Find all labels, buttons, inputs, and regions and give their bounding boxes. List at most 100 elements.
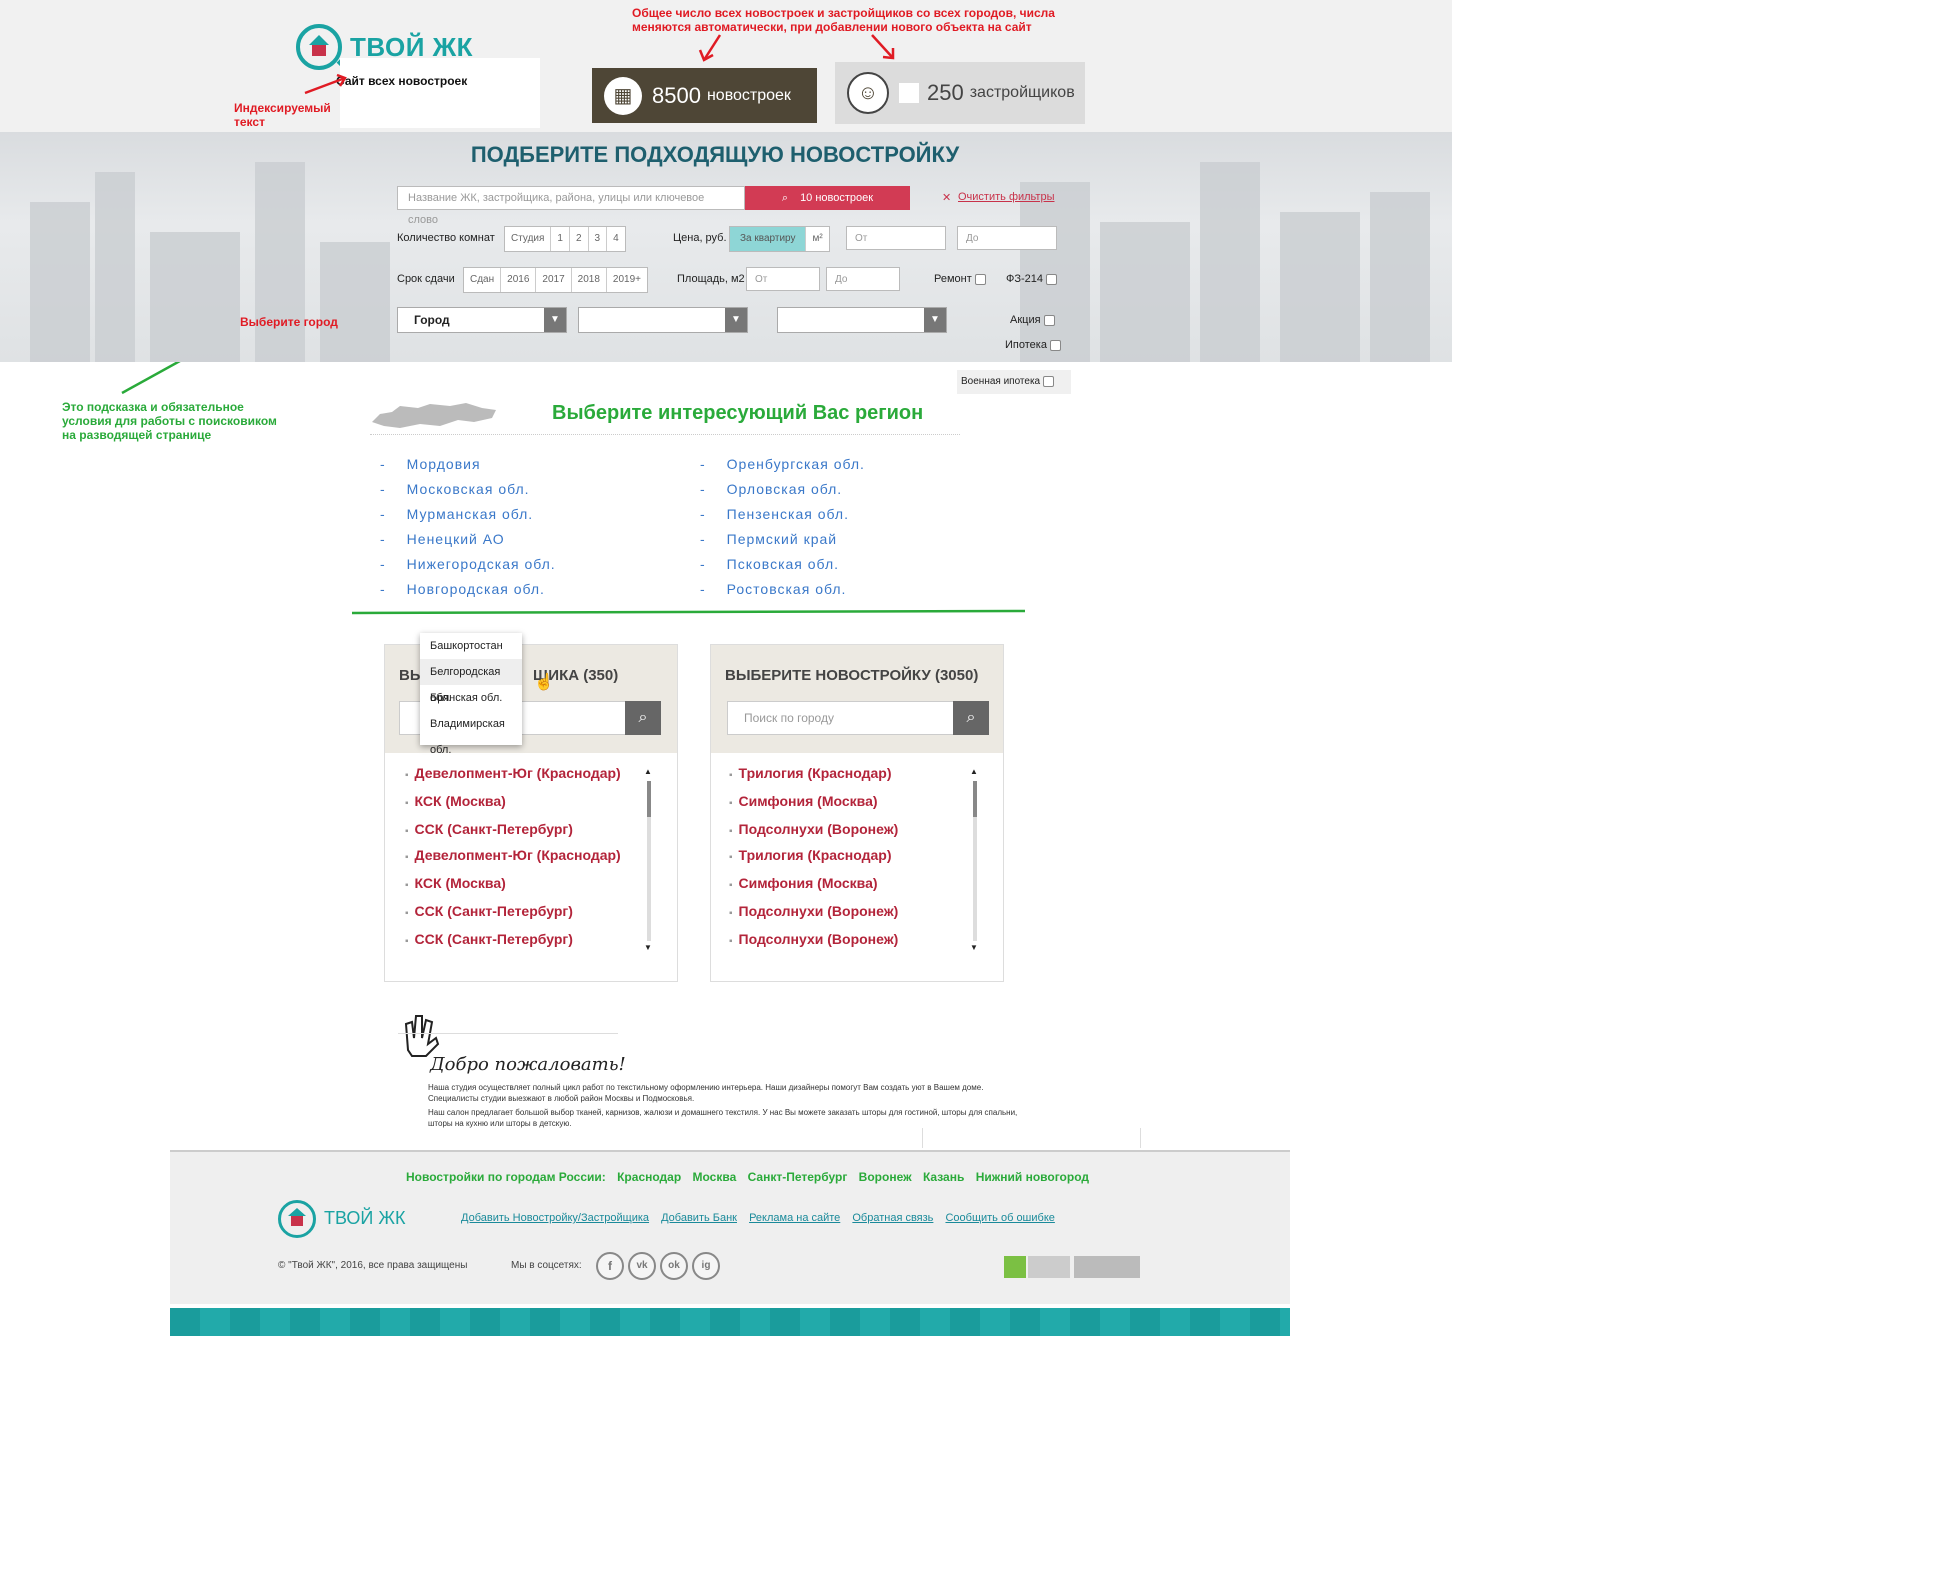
building-search-input[interactable]: Поиск по городу <box>727 701 957 735</box>
footer-link[interactable]: Добавить Банк <box>661 1212 737 1224</box>
stat-buildings[interactable]: ▦ 8500 новостроек <box>592 68 817 123</box>
price-mode-selector[interactable]: За квартиру м² <box>729 226 830 252</box>
military-mortgage-checkbox[interactable]: Военная ипотека <box>957 370 1071 394</box>
developer-scrollbar[interactable] <box>647 781 651 941</box>
odnoklassniki-icon[interactable]: ok <box>660 1252 688 1280</box>
stat-developers[interactable]: ☺ 250 застройщиков <box>835 62 1085 124</box>
footer-link[interactable]: Добавить Новостройку/Застройщика <box>461 1212 649 1224</box>
price-per-flat[interactable]: За квартиру <box>730 227 807 251</box>
deadline-2018[interactable]: 2018 <box>572 268 607 292</box>
region-link[interactable]: - Нижегородская обл. <box>380 552 556 577</box>
counter-badge[interactable] <box>1028 1256 1070 1278</box>
area-to-input[interactable]: До <box>826 267 900 291</box>
mortgage-checkbox[interactable]: Ипотека <box>1005 339 1061 351</box>
search-button[interactable]: ⌕ 10 новостроек <box>745 186 910 210</box>
rooms-4[interactable]: 4 <box>607 227 625 251</box>
counter-badge[interactable] <box>1074 1256 1140 1278</box>
region-link[interactable]: - Псковская обл. <box>700 552 865 577</box>
developer-item[interactable]: Девелопмент-Юг (Краснодар) <box>405 765 621 781</box>
building-item[interactable]: Подсолнухи (Воронеж) <box>729 903 899 919</box>
deadline-2016[interactable]: 2016 <box>501 268 537 292</box>
search-icon: ⌕ <box>781 191 789 204</box>
region-link[interactable]: - Мурманская обл. <box>380 502 556 527</box>
region-link[interactable]: - Ненецкий АО <box>380 527 556 552</box>
rooms-selector[interactable]: Студия 1 2 3 4 <box>504 226 626 252</box>
dropdown-option[interactable]: Брянская обл. <box>420 685 522 711</box>
footer-city-link[interactable]: Краснодар <box>617 1170 681 1184</box>
footer-link[interactable]: Обратная связь <box>852 1212 933 1224</box>
search-input[interactable]: Название ЖК, застройщика, района, улицы … <box>397 186 745 226</box>
footer-link[interactable]: Сообщить об ошибке <box>945 1212 1054 1224</box>
welcome-text-4: шторы на кухню или шторы в детскую. <box>428 1119 572 1128</box>
mortgage-box[interactable] <box>1049 339 1061 351</box>
region-link[interactable]: - Мордовия <box>380 452 556 477</box>
region-link[interactable]: - Московская обл. <box>380 477 556 502</box>
counter-badge[interactable] <box>1004 1256 1026 1278</box>
building-item[interactable]: Трилогия (Краснодар) <box>729 847 892 863</box>
fz214-checkbox[interactable]: ФЗ-214 <box>1006 273 1058 285</box>
price-from-input[interactable]: От <box>846 226 946 250</box>
repair-checkbox[interactable]: Ремонт <box>934 273 986 285</box>
dropdown-option[interactable]: Белгородская обл. <box>420 659 522 704</box>
developer-item[interactable]: ССК (Санкт-Петербург) <box>405 931 573 947</box>
rooms-2[interactable]: 2 <box>570 227 589 251</box>
city-select[interactable]: Город ▼ <box>397 307 567 333</box>
price-to-input[interactable]: До <box>957 226 1057 250</box>
facebook-icon[interactable]: f <box>596 1252 624 1280</box>
building-item[interactable]: Подсолнухи (Воронеж) <box>729 821 899 837</box>
military-mortgage-box[interactable] <box>1043 375 1055 387</box>
district-select[interactable]: ▼ <box>578 307 748 333</box>
footer-city-link[interactable]: Воронеж <box>859 1170 912 1184</box>
scroll-down-icon[interactable]: ▼ <box>644 943 652 952</box>
search-icon[interactable]: ⌕ <box>953 701 989 735</box>
deadline-2019[interactable]: 2019+ <box>607 268 647 292</box>
scroll-up-icon[interactable]: ▲ <box>644 767 652 776</box>
deadline-2017[interactable]: 2017 <box>536 268 572 292</box>
developer-item[interactable]: КСК (Москва) <box>405 875 506 891</box>
rooms-studio[interactable]: Студия <box>505 227 552 251</box>
developer-item[interactable]: ССК (Санкт-Петербург) <box>405 903 573 919</box>
footer-link[interactable]: Реклама на сайте <box>749 1212 840 1224</box>
building-item[interactable]: Трилогия (Краснодар) <box>729 765 892 781</box>
building-item[interactable]: Симфония (Москва) <box>729 793 878 809</box>
price-per-m2[interactable]: м² <box>806 227 828 251</box>
deadline-selector[interactable]: Сдан 2016 2017 2018 2019+ <box>463 267 648 293</box>
region-link[interactable]: - Орловская обл. <box>700 477 865 502</box>
footer-logo-icon[interactable] <box>278 1200 316 1238</box>
developer-item[interactable]: Девелопмент-Юг (Краснодар) <box>405 847 621 863</box>
footer-city-link[interactable]: Санкт-Петербург <box>748 1170 848 1184</box>
building-item[interactable]: Подсолнухи (Воронеж) <box>729 931 899 947</box>
footer-city-link[interactable]: Казань <box>923 1170 964 1184</box>
action-box[interactable] <box>1043 314 1055 326</box>
search-icon[interactable]: ⌕ <box>625 701 661 735</box>
action-checkbox[interactable]: Акция <box>1010 314 1055 326</box>
building-item[interactable]: Симфония (Москва) <box>729 875 878 891</box>
footer-city-link[interactable]: Нижний новогород <box>976 1170 1089 1184</box>
developer-item[interactable]: КСК (Москва) <box>405 793 506 809</box>
vk-icon[interactable]: vk <box>628 1252 656 1280</box>
building-scrollbar[interactable] <box>973 781 977 941</box>
clear-filters-link[interactable]: Очистить фильтры <box>958 191 1055 203</box>
region-link[interactable]: - Пермский край <box>700 527 865 552</box>
dropdown-option[interactable]: Башкортостан <box>420 633 522 659</box>
region-dropdown[interactable]: Башкортостан Белгородская обл. Брянская … <box>420 633 522 756</box>
fz214-box[interactable] <box>1046 273 1058 285</box>
footer-city-link[interactable]: Москва <box>693 1170 737 1184</box>
dropdown-option[interactable]: Владимирская обл. <box>420 711 522 756</box>
scroll-up-icon[interactable]: ▲ <box>970 767 978 776</box>
scroll-down-icon[interactable]: ▼ <box>970 943 978 952</box>
footer-logo-text[interactable]: ТВОЙ ЖК <box>324 1208 405 1229</box>
region-link[interactable]: - Новгородская обл. <box>380 577 556 602</box>
region-link[interactable]: - Оренбургская обл. <box>700 452 865 477</box>
rooms-3[interactable]: 3 <box>589 227 608 251</box>
deadline-done[interactable]: Сдан <box>464 268 502 292</box>
rooms-1[interactable]: 1 <box>551 227 570 251</box>
rooms-label: Количество комнат <box>397 232 495 244</box>
instagram-icon[interactable]: ig <box>692 1252 720 1280</box>
region-link[interactable]: - Пензенская обл. <box>700 502 865 527</box>
repair-box[interactable] <box>974 273 986 285</box>
area-from-input[interactable]: От <box>746 267 820 291</box>
region-link[interactable]: - Ростовская обл. <box>700 577 865 602</box>
type-select[interactable]: ▼ <box>777 307 947 333</box>
developer-item[interactable]: ССК (Санкт-Петербург) <box>405 821 573 837</box>
